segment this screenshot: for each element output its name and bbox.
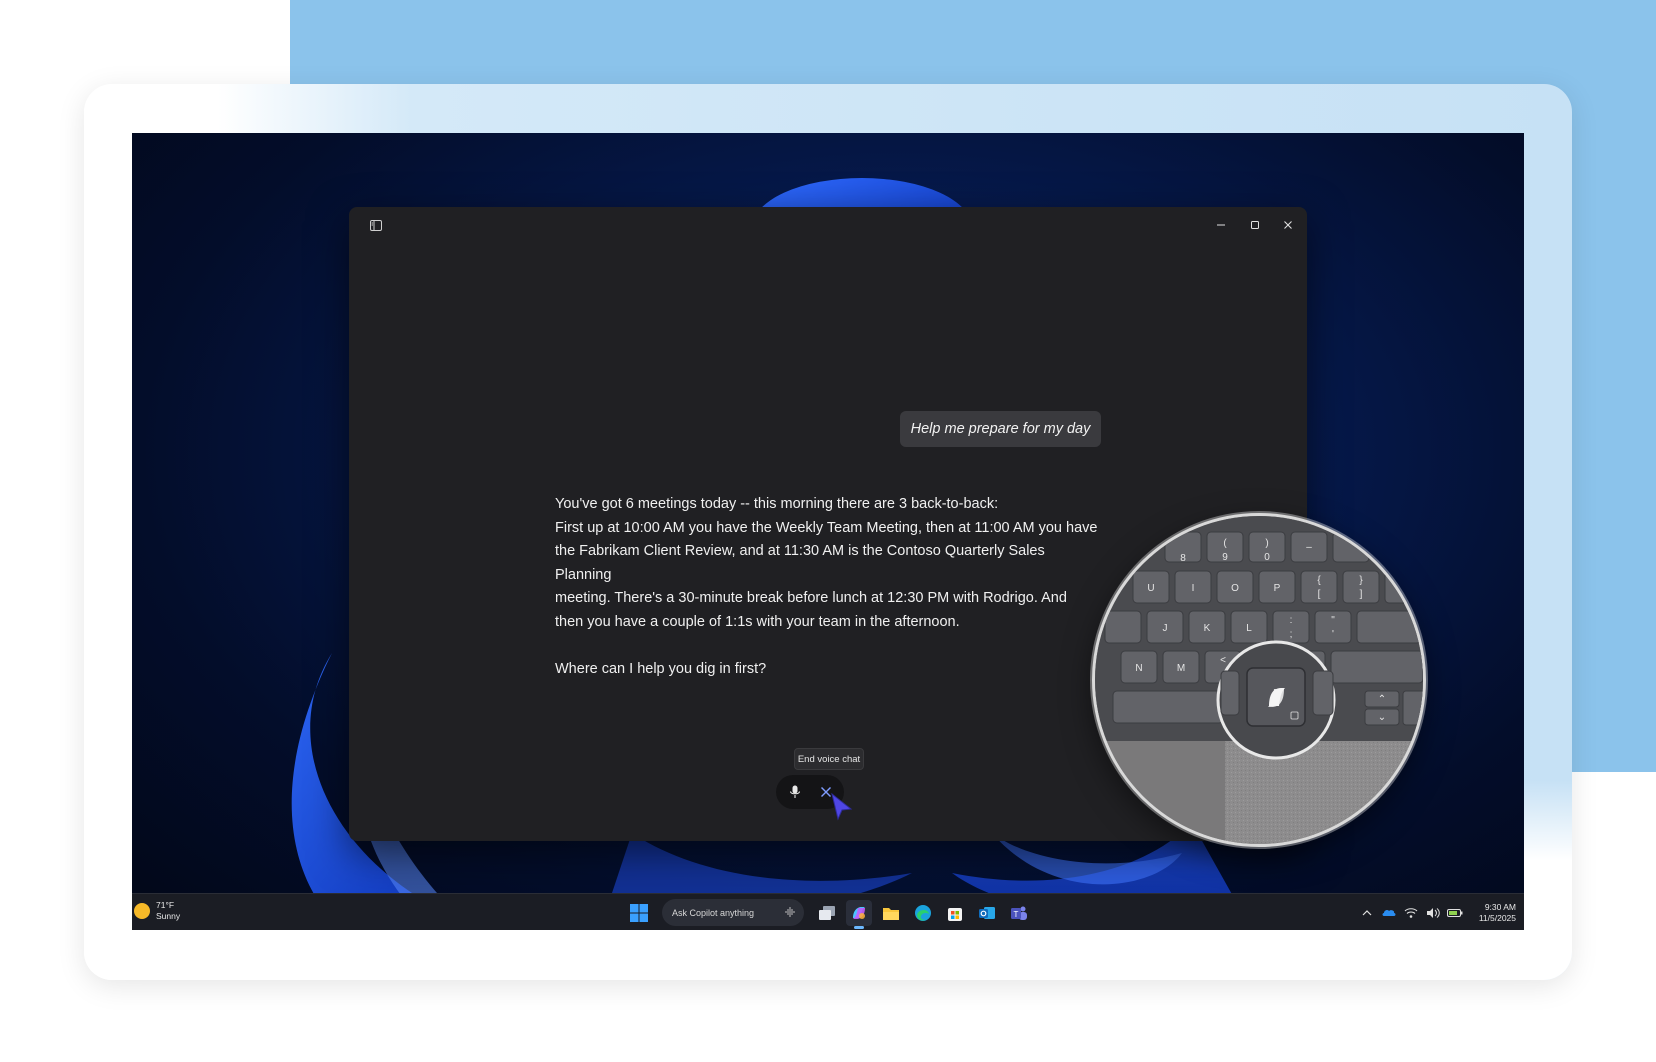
- reply-line: then you have a couple of 1:1s with your…: [555, 613, 960, 630]
- file-explorer-icon[interactable]: [878, 900, 904, 926]
- svg-text:<: <: [1220, 655, 1226, 666]
- task-view-icon[interactable]: [814, 900, 840, 926]
- reply-question: Where can I help you dig in first?: [555, 661, 767, 678]
- microsoft-store-icon[interactable]: [942, 900, 968, 926]
- user-message-bubble: Help me prepare for my day: [900, 411, 1101, 447]
- end-voice-chat-tooltip: End voice chat: [794, 748, 864, 770]
- active-indicator: [854, 925, 864, 929]
- svg-text::: :: [1290, 615, 1293, 626]
- reply-line: You've got 6 meetings today -- this morn…: [555, 496, 999, 512]
- svg-text:L: L: [1246, 623, 1252, 634]
- search-placeholder: Ask Copilot anything: [672, 907, 755, 918]
- reply-line: the Fabrikam Client Review, and at 11:30…: [555, 543, 1045, 583]
- weather-desc: Sunny: [156, 911, 181, 921]
- keyboard-magnifier: 8 (9 ) 0 – U I O P {[ }] J K L :; " ' N M …: [1092, 513, 1426, 847]
- taskbar-center: Ask Copilot anything T: [626, 897, 1038, 929]
- svg-text:N: N: [1135, 663, 1142, 674]
- edge-icon[interactable]: [910, 900, 936, 926]
- svg-text:]: ]: [1360, 589, 1363, 600]
- weather-temp: 71°F: [156, 900, 175, 910]
- svg-text:K: K: [1204, 623, 1211, 634]
- volume-icon[interactable]: [1423, 903, 1443, 923]
- microphone-icon[interactable]: [785, 782, 805, 802]
- svg-text:I: I: [1192, 583, 1195, 594]
- clock-time: 9:30 AM: [1484, 901, 1516, 912]
- copilot-icon[interactable]: [846, 899, 872, 929]
- svg-text:[: [: [1318, 589, 1321, 600]
- svg-text:M: M: [1177, 663, 1185, 674]
- svg-text:⌃: ⌃: [1378, 694, 1386, 705]
- svg-text:T: T: [1014, 910, 1019, 919]
- svg-text:8: 8: [1180, 553, 1186, 564]
- wifi-icon[interactable]: [1401, 903, 1421, 923]
- svg-text:9: 9: [1222, 552, 1228, 563]
- clock[interactable]: 9:30 AM 11/5/2025: [1479, 902, 1516, 924]
- battery-icon[interactable]: [1445, 903, 1465, 923]
- svg-text:): ): [1265, 538, 1268, 549]
- svg-text:J: J: [1163, 623, 1168, 634]
- svg-text:;: ;: [1290, 629, 1293, 640]
- keyboard-closeup: 8 (9 )0 – U I O P {[ }] J K L :; "' N M …: [1095, 516, 1423, 844]
- weather-widget[interactable]: 71°F Sunny: [134, 900, 180, 922]
- outlook-icon[interactable]: [974, 900, 1000, 926]
- svg-text:O: O: [1231, 583, 1239, 594]
- svg-text:0: 0: [1264, 552, 1270, 563]
- svg-text:⌄: ⌄: [1378, 712, 1386, 723]
- title-bar: [349, 207, 1307, 241]
- taskbar: 71°F Sunny Ask Copilot anything T 9:30 A…: [132, 893, 1524, 930]
- voice-input-icon[interactable]: [784, 906, 796, 918]
- svg-text:': ': [1332, 629, 1334, 640]
- minimize-icon[interactable]: [1211, 215, 1231, 235]
- sidebar-toggle-icon[interactable]: [366, 215, 386, 235]
- reply-line: First up at 10:00 AM you have the Weekly…: [555, 519, 1098, 536]
- svg-text:": ": [1331, 615, 1335, 626]
- copilot-search-box[interactable]: Ask Copilot anything: [662, 899, 804, 926]
- windows-start-icon[interactable]: [626, 900, 652, 926]
- system-tray: 9:30 AM 11/5/2025: [1355, 897, 1516, 928]
- pointer-cursor-icon: [831, 792, 853, 821]
- reply-line: meeting. There's a 30-minute break befor…: [555, 590, 1067, 607]
- assistant-reply: You've got 6 meetings today -- this morn…: [555, 493, 1100, 682]
- teams-icon[interactable]: T: [1006, 900, 1032, 926]
- svg-text:–: –: [1306, 542, 1312, 553]
- show-hidden-icons-chevron[interactable]: [1357, 903, 1377, 923]
- maximize-icon[interactable]: [1245, 215, 1265, 235]
- svg-text:P: P: [1274, 583, 1281, 594]
- sun-icon: [134, 903, 150, 919]
- svg-text:U: U: [1147, 583, 1154, 594]
- marketing-stage: Help me prepare for my day You've got 6 …: [0, 0, 1656, 1062]
- clock-date: 11/5/2025: [1478, 912, 1516, 923]
- onedrive-icon[interactable]: [1379, 903, 1399, 923]
- close-icon[interactable]: [1278, 215, 1298, 235]
